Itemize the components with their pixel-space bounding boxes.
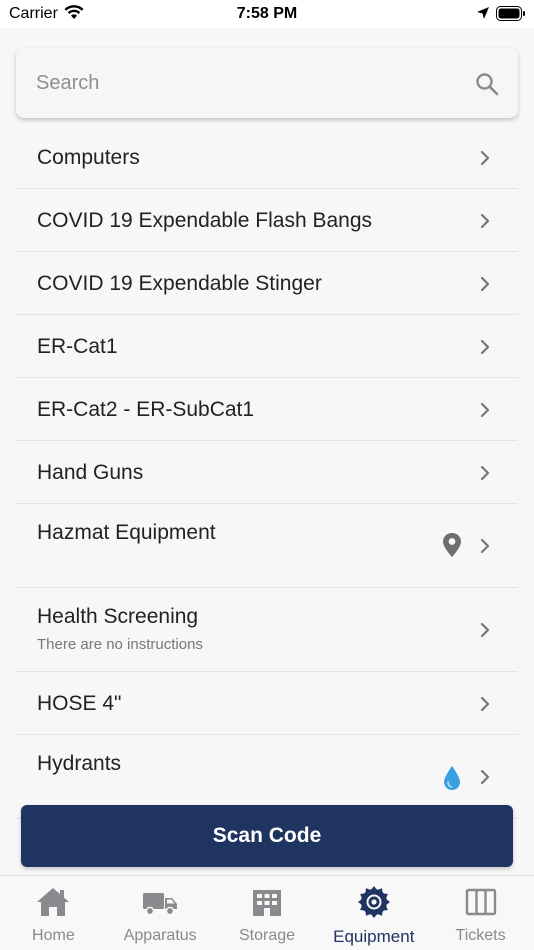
list-item-subtitle: There are no instructions — [37, 636, 203, 653]
status-bar: Carrier 7:58 PM — [0, 0, 534, 28]
tab-apparatus[interactable]: Apparatus — [107, 876, 214, 950]
list-item[interactable]: ER-Cat1 — [16, 315, 518, 378]
list-item-label: ER-Cat2 - ER-SubCat1 — [37, 398, 255, 421]
chevron-right-icon — [480, 538, 490, 559]
list-item-label: Health Screening — [37, 605, 199, 628]
list-item[interactable]: COVID 19 Expendable Flash Bangs — [16, 189, 518, 252]
content-area: Computers COVID 19 Expendable Flash Bang… — [0, 28, 534, 875]
tab-tickets[interactable]: Tickets — [427, 876, 534, 950]
chevron-right-icon — [480, 622, 490, 643]
list-item[interactable]: Health Screening There are no instructio… — [16, 588, 518, 672]
list-item-label: Hydrants — [37, 752, 122, 775]
status-time: 7:58 PM — [236, 5, 298, 22]
search-input[interactable] — [36, 48, 456, 118]
water-drop-icon — [442, 765, 462, 796]
tab-label: Apparatus — [123, 927, 197, 944]
chevron-right-icon — [480, 402, 490, 423]
equipment-category-list: Computers COVID 19 Expendable Flash Bang… — [16, 126, 518, 819]
location-arrow-icon — [476, 6, 490, 25]
chevron-right-icon — [480, 465, 490, 486]
list-item-label: HOSE 4" — [37, 692, 122, 715]
list-item[interactable]: HOSE 4" — [16, 672, 518, 735]
list-item-label: Hand Guns — [37, 461, 144, 484]
search-icon[interactable] — [475, 72, 499, 101]
search-bar — [16, 48, 518, 118]
tab-label: Storage — [238, 927, 296, 944]
tab-equipment[interactable]: Equipment — [320, 876, 427, 950]
list-item-label: Hazmat Equipment — [37, 521, 216, 544]
tab-storage[interactable]: Storage — [214, 876, 321, 950]
list-item-label: Computers — [37, 146, 140, 169]
tab-home[interactable]: Home — [0, 876, 107, 950]
building-icon — [249, 886, 285, 927]
tab-label: Home — [32, 927, 75, 944]
chevron-right-icon — [480, 696, 490, 717]
location-pin-icon — [442, 532, 462, 563]
list-item-label: COVID 19 Expendable Stinger — [37, 272, 322, 295]
tab-label: Equipment — [333, 927, 415, 946]
scan-code-button[interactable]: Scan Code — [21, 805, 513, 867]
list-item[interactable]: Hand Guns — [16, 441, 518, 504]
list-item[interactable]: ER-Cat2 - ER-SubCat1 — [16, 378, 518, 441]
columns-icon — [463, 886, 499, 927]
chevron-right-icon — [480, 769, 490, 790]
chevron-right-icon — [480, 276, 490, 297]
list-item[interactable]: COVID 19 Expendable Stinger — [16, 252, 518, 315]
list-item-label: ER-Cat1 — [37, 335, 118, 358]
list-item-label: COVID 19 Expendable Flash Bangs — [37, 209, 373, 232]
home-icon — [35, 886, 71, 927]
list-item[interactable]: Computers — [16, 126, 518, 189]
chevron-right-icon — [480, 339, 490, 360]
tab-label: Tickets — [455, 927, 506, 944]
chevron-right-icon — [480, 150, 490, 171]
battery-icon — [496, 6, 526, 26]
truck-icon — [142, 886, 178, 927]
list-item[interactable]: Hazmat Equipment — [16, 504, 518, 588]
chevron-right-icon — [480, 213, 490, 234]
saw-blade-icon — [356, 886, 392, 927]
tab-bar: Home Apparatus Storage Equipment Tickets — [0, 875, 534, 950]
